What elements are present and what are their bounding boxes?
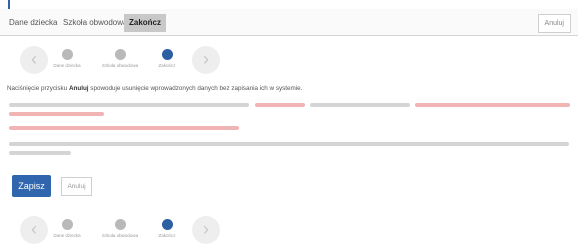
step-dot-current bbox=[161, 219, 173, 230]
tab-zakoncz[interactable]: Zakończ bbox=[124, 14, 167, 32]
blurred-text-line bbox=[310, 103, 410, 107]
chevron-left-icon[interactable]: ‹ bbox=[20, 46, 48, 74]
info-prefix: Naciśnięcie przycisku bbox=[7, 85, 69, 92]
wizard-step-dane-dziecka[interactable]: Dane dziecka bbox=[47, 219, 87, 238]
wizard-step-szkola-obwodowa[interactable]: Szkoła obwodowa bbox=[100, 219, 140, 238]
step-label: Dane dziecka bbox=[53, 233, 81, 238]
step-dot bbox=[61, 219, 73, 230]
step-label: Zakończ bbox=[158, 233, 176, 238]
tab-szkola-obwodowa[interactable]: Szkoła obwodowa bbox=[63, 15, 127, 31]
header-cancel-button[interactable]: Anuluj bbox=[537, 14, 571, 33]
cancel-info-text: Naciśnięcie przycisku Anuluj spowoduje u… bbox=[7, 85, 302, 92]
wizard-step-dane-dziecka[interactable]: Dane dziecka bbox=[47, 49, 87, 68]
blurred-text-line bbox=[9, 142, 569, 146]
step-label: Szkoła obwodowa bbox=[101, 63, 139, 68]
blurred-text-line bbox=[255, 103, 305, 107]
step-label: Zakończ bbox=[158, 63, 176, 68]
wizard-step-szkola-obwodowa[interactable]: Szkoła obwodowa bbox=[100, 49, 140, 68]
blurred-text-line bbox=[9, 103, 249, 107]
wizard-step-zakoncz[interactable]: Zakończ bbox=[147, 219, 187, 238]
blurred-text-line bbox=[9, 126, 239, 130]
step-dot bbox=[114, 219, 126, 230]
cancel-button[interactable]: Anuluj bbox=[61, 177, 92, 196]
step-label: Dane dziecka bbox=[53, 63, 81, 68]
step-dot bbox=[114, 49, 126, 60]
chevron-right-icon[interactable]: › bbox=[192, 46, 220, 74]
accent-marker bbox=[8, 0, 10, 9]
blurred-text-line bbox=[9, 112, 104, 116]
wizard-bottom: ‹ Dane dziecka Szkoła obwodowa Zakończ › bbox=[20, 214, 220, 248]
wizard-top: ‹ Dane dziecka Szkoła obwodowa Zakończ › bbox=[20, 44, 220, 78]
top-tab-bar: Dane dziecka Szkoła obwodowa Zakończ Anu… bbox=[0, 9, 578, 36]
info-bold: Anuluj bbox=[68, 85, 89, 92]
step-label: Szkoła obwodowa bbox=[101, 233, 139, 238]
tab-dane-dziecka[interactable]: Dane dziecka bbox=[9, 15, 57, 31]
step-dot bbox=[61, 49, 73, 60]
chevron-left-icon[interactable]: ‹ bbox=[20, 216, 48, 244]
blurred-text-line bbox=[415, 103, 570, 107]
save-button[interactable]: Zapisz bbox=[12, 175, 51, 197]
info-suffix: spowoduje usunięcie wprowadzonych danych… bbox=[88, 85, 303, 92]
blurred-text-line bbox=[9, 151, 71, 155]
step-dot-current bbox=[161, 49, 173, 60]
chevron-right-icon[interactable]: › bbox=[192, 216, 220, 244]
wizard-step-zakoncz[interactable]: Zakończ bbox=[147, 49, 187, 68]
